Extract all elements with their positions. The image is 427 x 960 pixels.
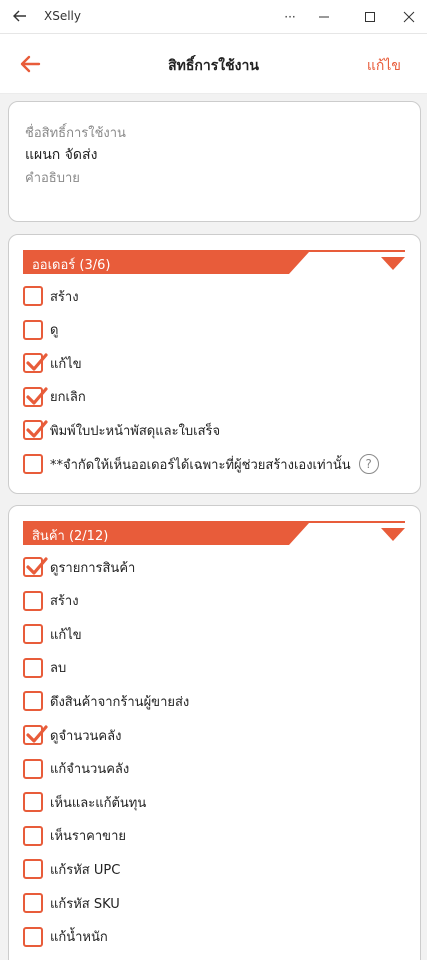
checkbox-checked[interactable] bbox=[23, 353, 48, 374]
permission-label: ยกเลิก bbox=[50, 390, 86, 406]
permission-label: ดู bbox=[50, 323, 59, 339]
permission-label: แก้รหัส UPC bbox=[50, 862, 121, 878]
permission-row[interactable]: **จำกัดให้เห็นออเดอร์ได้เฉพาะที่ผู้ช่วยส… bbox=[23, 452, 379, 476]
maximize-icon bbox=[365, 12, 375, 22]
help-icon[interactable]: ? bbox=[358, 454, 379, 474]
permission-label: เห็นและแก้ต้นทุน bbox=[50, 795, 147, 811]
checkbox-unchecked[interactable] bbox=[23, 657, 43, 678]
products-section-header[interactable]: สินค้า (2/12) bbox=[23, 521, 405, 545]
checkbox-unchecked[interactable] bbox=[23, 590, 43, 611]
permission-row[interactable]: แก้จำนวนคลัง bbox=[23, 757, 129, 781]
checkbox-unchecked[interactable] bbox=[23, 825, 43, 846]
checkbox-unchecked[interactable] bbox=[23, 792, 43, 813]
edit-button[interactable]: แก้ไข bbox=[367, 55, 401, 77]
more-icon: ··· bbox=[284, 10, 296, 24]
checkmark-icon bbox=[26, 353, 48, 371]
page-title: สิทธิ์การใช้งาน bbox=[168, 58, 259, 74]
orders-section-header[interactable]: ออเดอร์ (3/6) bbox=[23, 250, 405, 274]
chevron-down-icon[interactable] bbox=[381, 528, 405, 542]
permission-row[interactable]: ยกเลิก bbox=[23, 385, 86, 409]
permission-label: แก้น้ำหนัก bbox=[50, 930, 108, 946]
app-header: สิทธิ์การใช้งาน แก้ไข bbox=[0, 34, 427, 94]
close-icon bbox=[403, 11, 415, 23]
chevron-down-icon[interactable] bbox=[381, 257, 405, 271]
permission-row[interactable]: ดึงสินค้าจากร้านผู้ขายส่ง bbox=[23, 689, 189, 713]
permission-label: **จำกัดให้เห็นออเดอร์ได้เฉพาะที่ผู้ช่วยส… bbox=[50, 457, 351, 473]
checkbox-checked[interactable] bbox=[23, 557, 48, 577]
window-titlebar: XSelly ··· bbox=[0, 0, 427, 34]
permission-label: เห็นราคาขาย bbox=[50, 829, 126, 845]
permission-label: สร้าง bbox=[50, 289, 79, 305]
description-label: คำอธิบาย bbox=[25, 171, 80, 186]
permission-row[interactable]: ดู bbox=[23, 318, 58, 342]
permission-label: ดูจำนวนคลัง bbox=[50, 728, 122, 744]
products-permission-card: สินค้า (2/12) ดูรายการสินค้าสร้างแก้ไขลบ… bbox=[8, 505, 421, 960]
checkbox-checked[interactable] bbox=[23, 386, 48, 407]
permission-row[interactable]: ดูรายการสินค้า bbox=[23, 555, 135, 579]
checkbox-unchecked[interactable] bbox=[23, 624, 43, 645]
checkbox-unchecked[interactable] bbox=[23, 758, 43, 779]
checkbox-unchecked[interactable] bbox=[23, 859, 43, 880]
checkbox-unchecked[interactable] bbox=[23, 926, 43, 947]
checkbox-checked[interactable] bbox=[23, 725, 48, 745]
checkbox-unchecked[interactable] bbox=[23, 319, 43, 340]
permission-row[interactable]: สร้าง bbox=[23, 284, 79, 308]
checkbox-unchecked[interactable] bbox=[23, 454, 43, 474]
products-section-title: สินค้า (2/12) bbox=[32, 529, 109, 544]
permission-label: แก้ไข bbox=[50, 356, 82, 372]
permission-info-card: ชื่อสิทธิ์การใช้งาน แผนก จัดส่ง คำอธิบาย bbox=[8, 101, 421, 222]
checkbox-unchecked[interactable] bbox=[23, 691, 43, 712]
close-button[interactable] bbox=[389, 2, 427, 32]
permission-row[interactable]: ดูจำนวนคลัง bbox=[23, 723, 121, 747]
checkbox-unchecked[interactable] bbox=[23, 893, 43, 913]
permission-label: ลบ bbox=[50, 661, 67, 677]
permission-label: แก้จำนวนคลัง bbox=[50, 762, 130, 778]
permission-label: ดึงสินค้าจากร้านผู้ขายส่ง bbox=[50, 694, 190, 710]
permission-row[interactable]: แก้ไข bbox=[23, 622, 82, 646]
orders-section-title: ออเดอร์ (3/6) bbox=[32, 258, 111, 273]
checkmark-icon bbox=[26, 725, 48, 743]
checkbox-unchecked[interactable] bbox=[23, 286, 43, 306]
minimize-button[interactable] bbox=[304, 2, 344, 32]
permission-label: พิมพ์ใบปะหน้าพัสดุและใบเสร็จ bbox=[50, 423, 221, 439]
permission-row[interactable]: แก้น้ำหนัก bbox=[23, 925, 108, 949]
window-back-icon[interactable] bbox=[10, 6, 30, 26]
orders-permission-card: ออเดอร์ (3/6) สร้างดูแก้ไขยกเลิกพิมพ์ใบป… bbox=[8, 234, 421, 494]
checkmark-icon bbox=[26, 420, 48, 438]
permission-row[interactable]: เห็นราคาขาย bbox=[23, 824, 126, 848]
permission-row[interactable]: เห็นและแก้ต้นทุน bbox=[23, 790, 146, 814]
checkmark-icon bbox=[26, 387, 48, 405]
permission-row[interactable]: แก้รหัส SKU bbox=[23, 891, 120, 915]
checkmark-icon bbox=[26, 557, 48, 575]
permission-name-value: แผนก จัดส่ง bbox=[25, 147, 98, 163]
window-title: XSelly bbox=[44, 9, 81, 23]
permission-label: แก้รหัส SKU bbox=[50, 896, 120, 912]
permission-label: สร้าง bbox=[50, 594, 79, 610]
checkbox-checked[interactable] bbox=[23, 420, 48, 441]
permission-label: แก้ไข bbox=[50, 627, 82, 643]
permission-row[interactable]: ลบ bbox=[23, 656, 66, 680]
maximize-button[interactable] bbox=[350, 2, 390, 32]
permission-label: ดูรายการสินค้า bbox=[50, 560, 136, 576]
permission-name-label: ชื่อสิทธิ์การใช้งาน bbox=[25, 126, 126, 141]
permission-row[interactable]: แก้ไข bbox=[23, 351, 82, 375]
permission-row[interactable]: สร้าง bbox=[23, 589, 79, 613]
minimize-icon bbox=[319, 16, 329, 18]
permission-row[interactable]: พิมพ์ใบปะหน้าพัสดุและใบเสร็จ bbox=[23, 418, 220, 442]
permission-row[interactable]: แก้รหัส UPC bbox=[23, 857, 120, 881]
